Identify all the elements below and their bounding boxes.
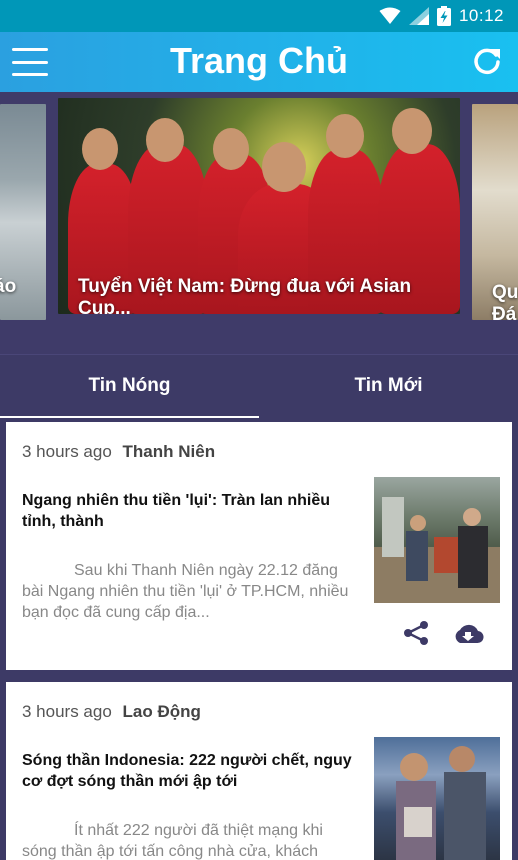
status-bar: 10:12: [0, 0, 518, 32]
news-thumbnail[interactable]: [374, 737, 500, 860]
news-headline[interactable]: Ngang nhiên thu tiền 'lụi': Tràn lan nhi…: [22, 490, 362, 532]
cloud-download-icon[interactable]: [452, 620, 484, 646]
tab-tin-nong[interactable]: Tin Nóng: [0, 355, 259, 419]
app-bar: Trang Chủ: [0, 32, 518, 92]
news-source: Lao Động: [122, 702, 201, 721]
tab-tin-moi[interactable]: Tin Mới: [259, 355, 518, 419]
news-thumbnail[interactable]: [374, 477, 500, 603]
news-feed[interactable]: 3 hours ago Thanh Niên Ngang nhiên thu t…: [0, 418, 518, 860]
news-meta: 3 hours ago Thanh Niên: [22, 442, 215, 462]
page-title: Trang Chủ: [170, 40, 348, 81]
news-source: Thanh Niên: [122, 442, 216, 461]
battery-charging-icon: [436, 6, 451, 26]
slide-caption: Qu Đá: [492, 282, 518, 320]
news-summary: Ít nhất 222 người đã thiệt mạng khi sóng…: [22, 822, 323, 860]
news-card[interactable]: 3 hours ago Lao Động Sóng thần Indonesia…: [6, 682, 512, 860]
wifi-icon: [379, 7, 401, 24]
carousel-slide-prev[interactable]: áo: [0, 104, 46, 320]
carousel-slide-current[interactable]: Tuyển Việt Nam: Đừng đua với Asian Cup..…: [58, 98, 460, 314]
slide-caption: áo: [0, 276, 17, 297]
carousel-slide-next[interactable]: Qu Đá: [472, 104, 518, 320]
slide-caption: Tuyển Việt Nam: Đừng đua với Asian Cup..…: [78, 276, 412, 314]
news-actions: [402, 620, 484, 646]
news-time: 3 hours ago: [22, 702, 112, 721]
status-time: 10:12: [458, 6, 504, 25]
signal-icon: [408, 7, 429, 25]
news-headline[interactable]: Sóng thần Indonesia: 222 người chết, ngu…: [22, 750, 362, 792]
news-summary: Sau khi Thanh Niên ngày 22.12 đăng bài N…: [22, 562, 349, 621]
featured-carousel[interactable]: áo Tuyển Việt Nam: Đừng đua với Asian Cu…: [0, 92, 518, 354]
news-meta: 3 hours ago Lao Động: [22, 702, 201, 722]
news-card[interactable]: 3 hours ago Thanh Niên Ngang nhiên thu t…: [6, 422, 512, 670]
refresh-icon[interactable]: [472, 46, 502, 76]
news-time: 3 hours ago: [22, 442, 112, 461]
share-icon[interactable]: [402, 620, 430, 646]
status-icons: 10:12: [379, 5, 504, 27]
tab-bar: Tin Nóng Tin Mới: [0, 354, 518, 419]
